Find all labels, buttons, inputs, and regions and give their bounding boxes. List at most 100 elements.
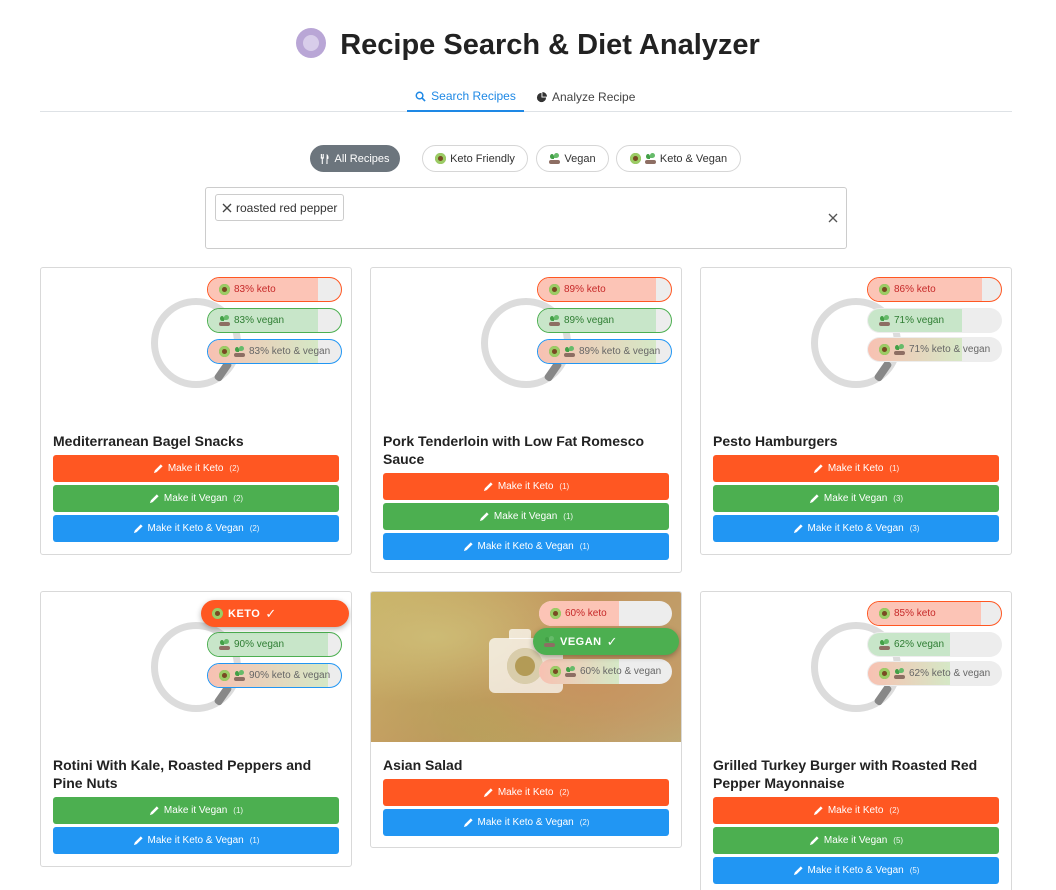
keto-score-bar: 60% keto bbox=[539, 601, 672, 626]
make-it-keto-vegan-button[interactable]: Make it Keto & Vegan (1) bbox=[383, 533, 669, 560]
make-it-keto-button[interactable]: Make it Keto (1) bbox=[713, 455, 999, 482]
avocado-icon bbox=[549, 284, 560, 295]
sprout-icon bbox=[234, 670, 245, 681]
vegan-score-bar: 89% vegan bbox=[537, 308, 672, 333]
recipe-title[interactable]: Grilled Turkey Burger with Roasted Red P… bbox=[713, 756, 1003, 792]
keto-score-bar: 83% keto bbox=[207, 277, 342, 302]
filter-keto-friendly[interactable]: Keto Friendly bbox=[422, 145, 528, 172]
sprout-icon bbox=[894, 668, 905, 679]
sprout-icon bbox=[644, 153, 656, 164]
tab-analyze-recipe[interactable]: Analyze Recipe bbox=[536, 82, 636, 112]
keto-score-label: 86% keto bbox=[894, 284, 936, 295]
avocado-icon bbox=[879, 608, 890, 619]
make-it-vegan-button[interactable]: Make it Vegan (1) bbox=[383, 503, 669, 530]
make-it-keto-button[interactable]: Make it Keto (1) bbox=[383, 473, 669, 500]
pencil-icon bbox=[133, 836, 143, 846]
pencil-icon bbox=[463, 542, 473, 552]
recipe-title[interactable]: Pork Tenderloin with Low Fat Romesco Sau… bbox=[383, 432, 673, 468]
pie-chart-icon bbox=[536, 91, 547, 102]
search-chip[interactable]: roasted red pepper bbox=[215, 194, 345, 221]
sprout-icon bbox=[544, 636, 555, 647]
make-it-keto-vegan-button[interactable]: Make it Keto & Vegan (5) bbox=[713, 857, 999, 884]
recipe-title[interactable]: Mediterranean Bagel Snacks bbox=[53, 432, 343, 450]
recipe-title[interactable]: Rotini With Kale, Roasted Peppers and Pi… bbox=[53, 756, 343, 792]
keto-vegan-score-label: 71% keto & vegan bbox=[909, 344, 991, 355]
pencil-icon bbox=[793, 524, 803, 534]
recipe-card[interactable]: 89% keto 89% vegan 89% keto & vegan Pork… bbox=[370, 267, 682, 573]
recipe-card[interactable]: 60% keto VEGAN ✓ 60% keto & vegan Asian S… bbox=[370, 591, 682, 848]
make-it-keto-button[interactable]: Make it Keto (2) bbox=[53, 455, 339, 482]
avocado-icon bbox=[550, 608, 561, 619]
filter-keto-vegan[interactable]: Keto & Vegan bbox=[616, 145, 741, 172]
vegan-score-label: 90% vegan bbox=[234, 639, 285, 650]
sprout-icon bbox=[549, 315, 560, 326]
clear-search-icon[interactable] bbox=[827, 212, 839, 224]
keto-vegan-score-bar: 90% keto & vegan bbox=[207, 663, 342, 688]
keto-score-label: 85% keto bbox=[894, 608, 936, 619]
pencil-icon bbox=[809, 494, 819, 504]
keto-vegan-score-bar: 71% keto & vegan bbox=[867, 337, 1002, 362]
plate-icon bbox=[296, 28, 327, 58]
keto-score-label: 89% keto bbox=[564, 284, 606, 295]
keto-vegan-score-label: 89% keto & vegan bbox=[579, 346, 661, 357]
ingredient-search-input[interactable]: roasted red pepper bbox=[205, 187, 847, 249]
pencil-icon bbox=[809, 836, 819, 846]
recipe-card[interactable]: KETO ✓ 90% vegan 90% keto & vegan Rotini … bbox=[40, 591, 352, 867]
recipe-card[interactable]: 85% keto 62% vegan 62% keto & vegan Gril… bbox=[700, 591, 1012, 890]
pencil-icon bbox=[813, 806, 823, 816]
keto-vegan-score-label: 90% keto & vegan bbox=[249, 670, 331, 681]
recipe-title[interactable]: Asian Salad bbox=[383, 756, 673, 774]
pencil-icon bbox=[479, 512, 489, 522]
vegan-score-bar: 62% vegan bbox=[867, 632, 1002, 657]
page-title: Recipe Search & Diet Analyzer bbox=[0, 28, 1056, 62]
search-icon bbox=[415, 91, 426, 102]
filter-vegan[interactable]: Vegan bbox=[536, 145, 609, 172]
filter-all-label: All Recipes bbox=[334, 152, 390, 165]
make-it-keto-vegan-button[interactable]: Make it Keto & Vegan (2) bbox=[53, 515, 339, 542]
make-it-vegan-button[interactable]: Make it Vegan (5) bbox=[713, 827, 999, 854]
sprout-icon bbox=[219, 315, 230, 326]
recipe-card[interactable]: 83% keto 83% vegan 83% keto & vegan Medi… bbox=[40, 267, 352, 555]
sprout-icon bbox=[549, 153, 561, 164]
filter-vegan-label: Vegan bbox=[564, 152, 596, 165]
sprout-icon bbox=[219, 639, 230, 650]
avocado-icon bbox=[219, 346, 230, 357]
tab-search-label: Search Recipes bbox=[431, 89, 516, 103]
recipe-title[interactable]: Pesto Hamburgers bbox=[713, 432, 1003, 450]
make-it-vegan-button[interactable]: Make it Vegan (1) bbox=[53, 797, 339, 824]
make-it-keto-button[interactable]: Make it Keto (2) bbox=[383, 779, 669, 806]
make-it-keto-vegan-button[interactable]: Make it Keto & Vegan (3) bbox=[713, 515, 999, 542]
pencil-icon bbox=[793, 866, 803, 876]
close-icon[interactable] bbox=[221, 202, 233, 214]
make-it-vegan-button[interactable]: Make it Vegan (2) bbox=[53, 485, 339, 512]
avocado-icon bbox=[435, 153, 447, 164]
sprout-icon bbox=[565, 666, 576, 677]
pencil-icon bbox=[483, 788, 493, 798]
recipe-card[interactable]: 86% keto 71% vegan 71% keto & vegan Pest… bbox=[700, 267, 1012, 555]
vegan-badge: VEGAN ✓ bbox=[533, 628, 679, 655]
pencil-icon bbox=[483, 482, 493, 492]
avocado-icon bbox=[879, 284, 890, 295]
sprout-icon bbox=[564, 346, 575, 357]
make-it-keto-button[interactable]: Make it Keto (2) bbox=[713, 797, 999, 824]
filter-keto-label: Keto Friendly bbox=[450, 152, 515, 165]
keto-badge: KETO ✓ bbox=[201, 600, 349, 627]
make-it-keto-vegan-button[interactable]: Make it Keto & Vegan (2) bbox=[383, 809, 669, 836]
filter-all-recipes[interactable]: All Recipes bbox=[310, 145, 400, 172]
tab-search-recipes[interactable]: Search Recipes bbox=[407, 82, 524, 112]
avocado-icon bbox=[879, 344, 890, 355]
make-it-vegan-button[interactable]: Make it Vegan (3) bbox=[713, 485, 999, 512]
vegan-score-label: 83% vegan bbox=[234, 315, 285, 326]
keto-score-label: 60% keto bbox=[565, 608, 607, 619]
keto-vegan-score-bar: 62% keto & vegan bbox=[867, 661, 1002, 686]
vegan-score-label: 62% vegan bbox=[894, 639, 945, 650]
tab-analyze-label: Analyze Recipe bbox=[552, 90, 636, 104]
keto-vegan-score-label: 83% keto & vegan bbox=[249, 346, 331, 357]
pencil-icon bbox=[153, 464, 163, 474]
keto-score-bar: 85% keto bbox=[867, 601, 1002, 626]
vegan-score-label: 89% vegan bbox=[564, 315, 615, 326]
sprout-icon bbox=[894, 344, 905, 355]
tab-bar: Search Recipes Analyze Recipe bbox=[40, 82, 1012, 112]
avocado-icon bbox=[219, 284, 230, 295]
make-it-keto-vegan-button[interactable]: Make it Keto & Vegan (1) bbox=[53, 827, 339, 854]
